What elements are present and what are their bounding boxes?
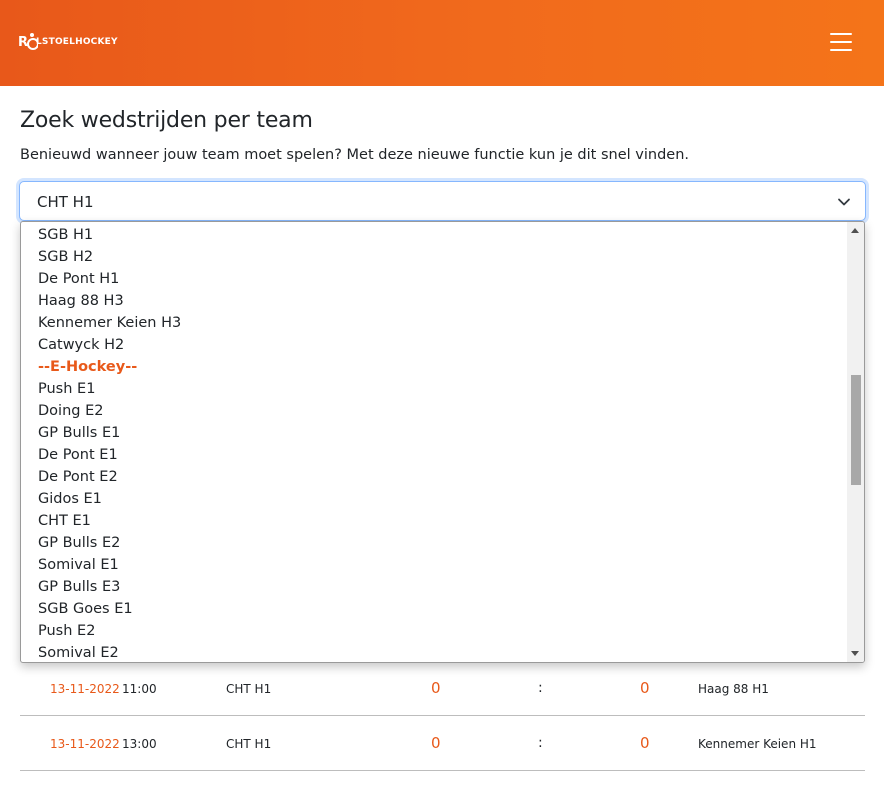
dropdown-option[interactable]: De Pont E1 bbox=[21, 444, 847, 466]
dropdown-optgroup-label: --E-Hockey-- bbox=[38, 359, 138, 375]
scroll-thumb[interactable] bbox=[851, 375, 861, 485]
hamburger-line bbox=[830, 33, 852, 35]
dropdown-option[interactable]: Kennemer Keien H3 bbox=[21, 312, 847, 334]
hamburger-line bbox=[830, 41, 852, 43]
site-header: R LSTOELHOCKEY bbox=[0, 0, 884, 86]
dropdown-option[interactable]: Catwyck H2 bbox=[21, 334, 847, 356]
home-score: 0 bbox=[431, 679, 441, 697]
match-date: 13-11-2022 bbox=[50, 737, 120, 751]
scroll-down-arrow-icon[interactable] bbox=[851, 651, 859, 656]
match-row[interactable]: 13-11-2022 13:00 CHT H1 0 : 0 Kennemer K… bbox=[20, 716, 865, 771]
dropdown-option[interactable]: SGB H1 bbox=[21, 224, 847, 246]
dropdown-option[interactable]: De Pont H1 bbox=[21, 268, 847, 290]
page-subtitle: Benieuwd wanneer jouw team moet spelen? … bbox=[20, 147, 689, 163]
home-score: 0 bbox=[431, 734, 441, 752]
dropdown-option[interactable]: SGB H2 bbox=[21, 246, 847, 268]
page-title: Zoek wedstrijden per team bbox=[20, 108, 313, 133]
dropdown-option[interactable]: Haag 88 H3 bbox=[21, 290, 847, 312]
team-select[interactable]: CHT H1 bbox=[19, 181, 866, 221]
score-separator: : bbox=[538, 680, 543, 696]
score-separator: : bbox=[538, 735, 543, 751]
match-time: 13:00 bbox=[122, 737, 157, 751]
team-dropdown-list[interactable]: SGB H1 SGB H2 De Pont H1 Haag 88 H3 Kennemer… bbox=[20, 221, 865, 663]
scroll-up-arrow-icon[interactable] bbox=[851, 228, 859, 233]
dropdown-option[interactable]: Somival E2 bbox=[21, 642, 847, 662]
hamburger-menu-button[interactable] bbox=[830, 33, 852, 51]
logo-text: LSTOELHOCKEY bbox=[36, 37, 118, 47]
dropdown-option[interactable]: Gidos E1 bbox=[21, 488, 847, 510]
dropdown-option[interactable]: Push E1 bbox=[21, 378, 847, 400]
dropdown-option[interactable]: CHT E1 bbox=[21, 510, 847, 532]
row-divider bbox=[20, 770, 865, 771]
away-score: 0 bbox=[640, 734, 650, 752]
dropdown-option[interactable]: Push E2 bbox=[21, 620, 847, 642]
match-time: 11:00 bbox=[122, 682, 157, 696]
team-select-value: CHT H1 bbox=[37, 193, 94, 211]
away-team: Kennemer Keien H1 bbox=[698, 737, 817, 751]
dropdown-option[interactable]: GP Bulls E1 bbox=[21, 422, 847, 444]
away-team: Haag 88 H1 bbox=[698, 682, 769, 696]
site-logo[interactable]: R LSTOELHOCKEY bbox=[18, 31, 118, 53]
wheelchair-logo-icon: R bbox=[18, 33, 38, 50]
match-date: 13-11-2022 bbox=[50, 682, 120, 696]
dropdown-option[interactable]: GP Bulls E3 bbox=[21, 576, 847, 598]
home-team: CHT H1 bbox=[226, 682, 272, 696]
hamburger-line bbox=[830, 49, 852, 51]
home-team: CHT H1 bbox=[226, 737, 272, 751]
dropdown-scrollbar[interactable] bbox=[847, 222, 864, 662]
dropdown-option[interactable]: De Pont E2 bbox=[21, 466, 847, 488]
dropdown-option[interactable]: Somival E1 bbox=[21, 554, 847, 576]
dropdown-option[interactable]: Doing E2 bbox=[21, 400, 847, 422]
dropdown-option[interactable]: GP Bulls E2 bbox=[21, 532, 847, 554]
dropdown-options: SGB H1 SGB H2 De Pont H1 Haag 88 H3 Kennemer… bbox=[21, 224, 847, 662]
dropdown-option[interactable]: SGB Goes E1 bbox=[21, 598, 847, 620]
chevron-down-icon bbox=[838, 198, 850, 206]
away-score: 0 bbox=[640, 679, 650, 697]
match-row[interactable]: 13-11-2022 11:00 CHT H1 0 : 0 Haag 88 H1 bbox=[20, 661, 865, 716]
svg-text:R: R bbox=[18, 35, 28, 50]
